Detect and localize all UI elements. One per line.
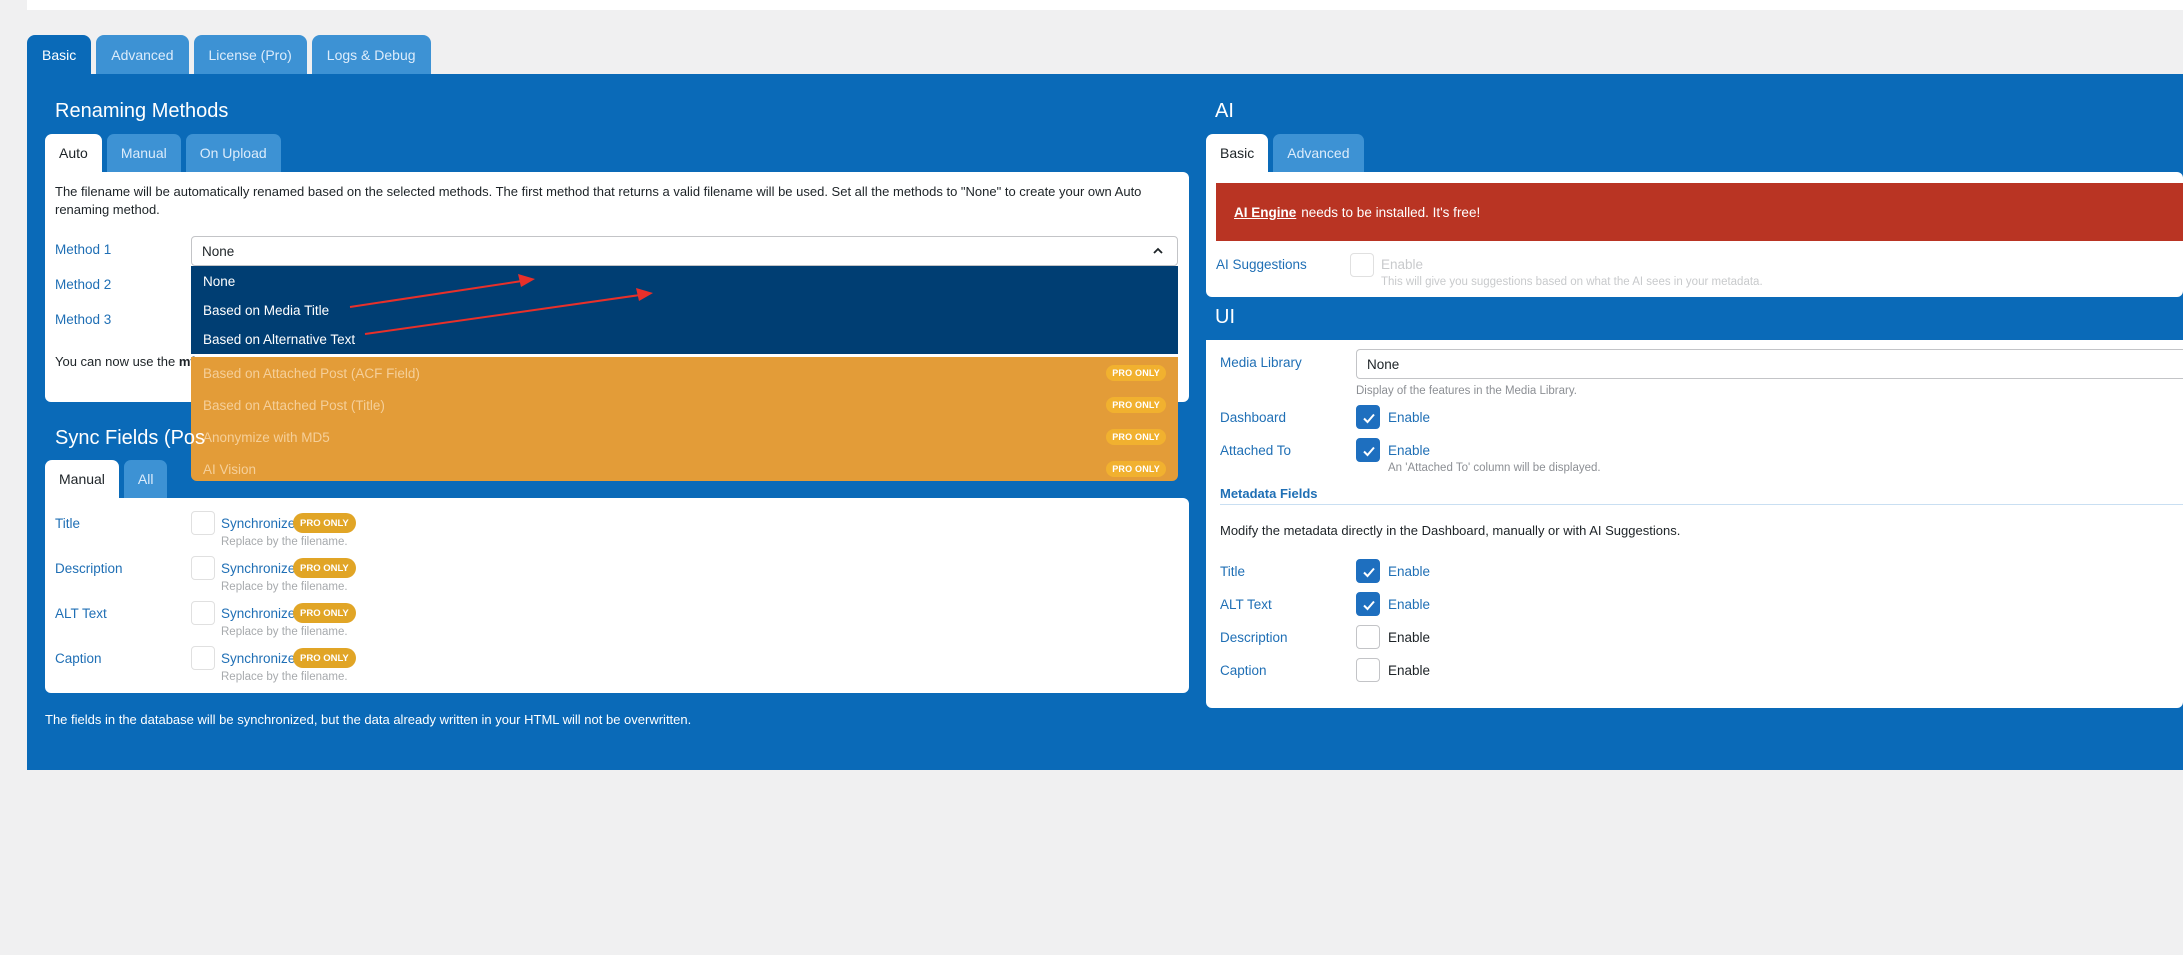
ai-suggestions-help: This will give you suggestions based on …: [1381, 276, 1763, 288]
sync-description-checkbox[interactable]: [191, 556, 215, 580]
metadata-caption-label: Caption: [1220, 663, 1267, 678]
metadata-description-label: Description: [1220, 630, 1288, 645]
sync-alt-text-checkbox[interactable]: [191, 601, 215, 625]
tab-ai-advanced[interactable]: Advanced: [1273, 134, 1364, 172]
sync-caption-checkbox[interactable]: [191, 646, 215, 670]
sync-title-checkbox[interactable]: [191, 511, 215, 535]
ai-tabs: Basic Advanced: [1206, 134, 1364, 172]
red-arrow-1: [349, 274, 535, 308]
sync-alt-text-checkbox-label: Synchronize: [221, 606, 296, 621]
metadata-title-label: Title: [1220, 564, 1246, 579]
attached-to-help: An 'Attached To' column will be displaye…: [1388, 462, 1601, 474]
ai-title: AI: [1215, 100, 1234, 122]
sync-caption-checkbox-label: Synchronize: [221, 651, 296, 666]
media-library-select[interactable]: None: [1356, 349, 2183, 379]
sync-alt-text-label: ALT Text: [55, 606, 107, 621]
sync-alt-text-help: Replace by the filename.: [221, 626, 348, 638]
sync-description-checkbox-label: Synchronize: [221, 561, 296, 576]
tab-sync-manual[interactable]: Manual: [45, 460, 119, 498]
sync-caption-label: Caption: [55, 651, 102, 666]
pro-only-pill: PRO ONLY: [293, 513, 356, 533]
metadata-description-checkbox-label: Enable: [1388, 630, 1431, 645]
ai-engine-alert: AI Engine needs to be installed. It's fr…: [1216, 183, 2183, 241]
attached-to-checkbox[interactable]: [1356, 438, 1380, 462]
metadata-fields-title: Metadata Fields: [1220, 486, 1318, 501]
media-library-value: None: [1367, 356, 1400, 372]
ai-engine-link[interactable]: AI Engine: [1234, 205, 1296, 220]
ai-engine-alert-text: needs to be installed. It's free!: [1301, 204, 1481, 220]
metadata-alt-text-checkbox[interactable]: [1356, 592, 1380, 616]
pro-only-pill: PRO ONLY: [293, 603, 356, 623]
checkmark-icon: [1363, 413, 1375, 424]
metadata-divider: [1220, 504, 2183, 505]
media-library-label: Media Library: [1220, 355, 1302, 370]
ai-suggestions-label: AI Suggestions: [1216, 257, 1307, 272]
attached-to-checkbox-label: Enable: [1388, 443, 1431, 458]
dashboard-checkbox[interactable]: [1356, 405, 1380, 429]
metadata-caption-checkbox-label: Enable: [1388, 663, 1431, 678]
metadata-alt-text-checkbox-label: Enable: [1388, 597, 1431, 612]
dashboard-label: Dashboard: [1220, 410, 1287, 425]
attached-to-label: Attached To: [1220, 443, 1292, 458]
sync-title-label: Title: [55, 516, 81, 531]
sync-card: [45, 498, 1189, 693]
tab-sync-all[interactable]: All: [123, 460, 168, 498]
sync-title-checkbox-label: Synchronize: [221, 516, 296, 531]
pro-only-pill: PRO ONLY: [293, 558, 356, 578]
sync-caption-help: Replace by the filename.: [221, 671, 348, 683]
sync-title-help: Replace by the filename.: [221, 536, 348, 548]
red-arrow-2: [364, 288, 653, 335]
media-library-help: Display of the features in the Media Lib…: [1356, 385, 1577, 397]
metadata-title-checkbox[interactable]: [1356, 559, 1380, 583]
checkmark-icon: [1363, 446, 1375, 457]
tab-ai-basic[interactable]: Basic: [1206, 134, 1269, 172]
metadata-title-checkbox-label: Enable: [1388, 564, 1431, 579]
checkmark-icon: [1363, 567, 1375, 578]
metadata-description: Modify the metadata directly in the Dash…: [1220, 523, 1681, 538]
metadata-alt-text-label: ALT Text: [1220, 597, 1272, 612]
dashboard-checkbox-label: Enable: [1388, 410, 1431, 425]
sync-description-label: Description: [55, 561, 123, 576]
ai-suggestions-checkbox-label: Enable: [1381, 257, 1424, 272]
checkmark-icon: [1363, 600, 1375, 611]
ui-title: UI: [1215, 306, 1235, 328]
pro-only-pill: PRO ONLY: [293, 648, 356, 668]
sync-description-help: Replace by the filename.: [221, 581, 348, 593]
sync-tabs: Manual All: [45, 460, 168, 498]
metadata-caption-checkbox[interactable]: [1356, 658, 1380, 682]
sync-fields-title: Sync Fields (Pos: [55, 427, 206, 449]
metadata-description-checkbox[interactable]: [1356, 625, 1380, 649]
sync-footer-note: The fields in the database will be synch…: [45, 712, 692, 727]
ai-suggestions-checkbox[interactable]: [1350, 253, 1374, 277]
